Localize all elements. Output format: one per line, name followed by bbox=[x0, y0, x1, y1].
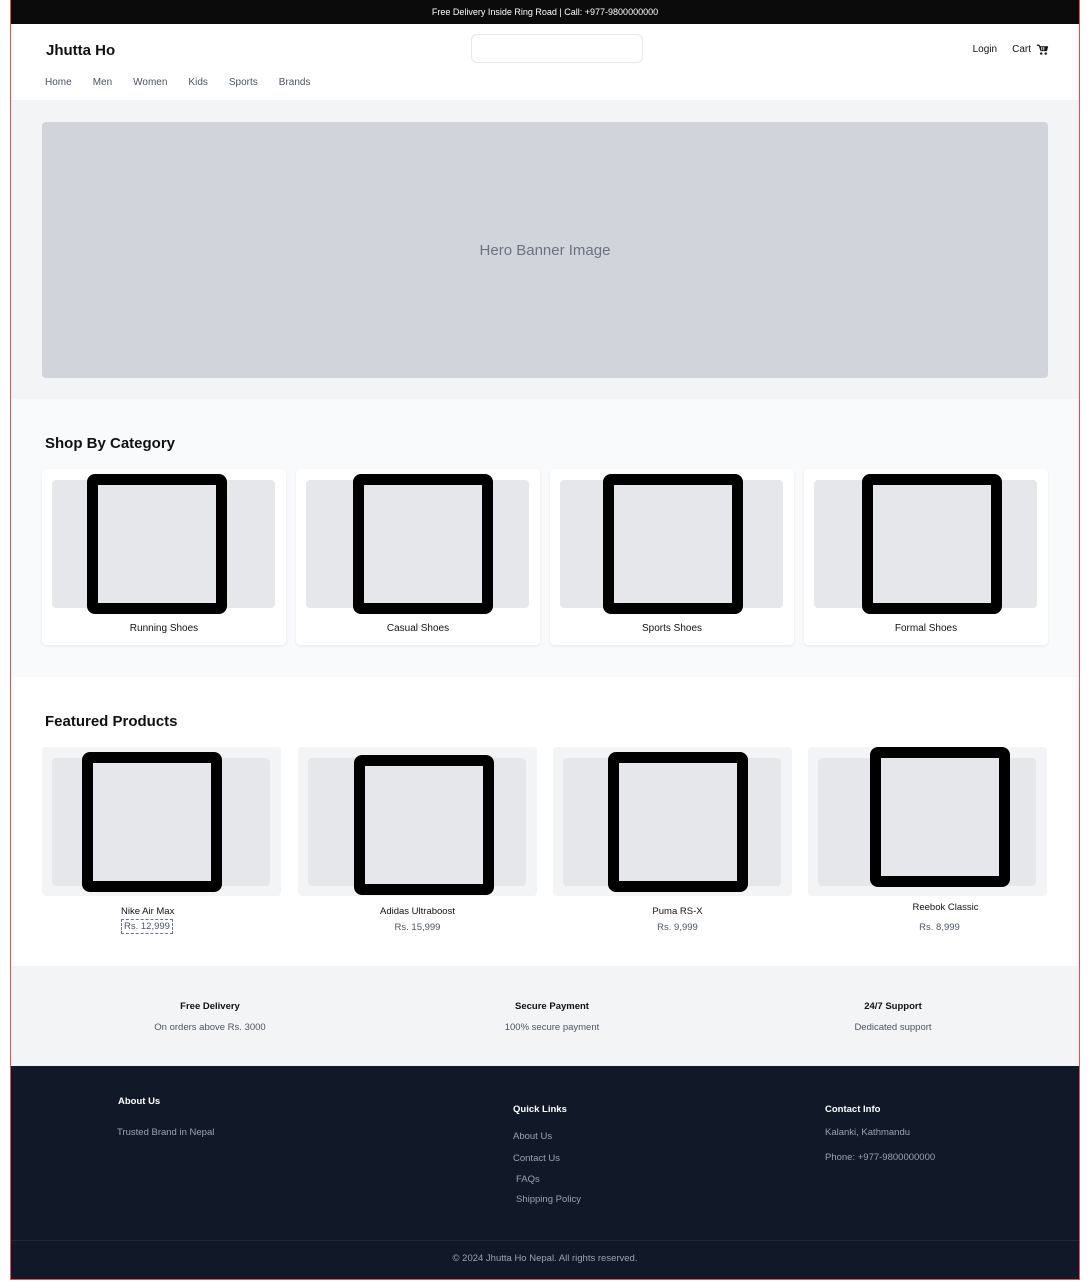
footer-contact-title: Contact Info bbox=[825, 1104, 881, 1115]
feature-title: Secure Payment bbox=[515, 1001, 589, 1012]
category-card-sports[interactable]: Sports Shoes bbox=[550, 469, 794, 645]
nav-women[interactable]: Women bbox=[133, 77, 167, 88]
product-name[interactable]: Reebok Classic bbox=[808, 902, 1079, 913]
main-nav: Home Men Women Kids Sports Brands bbox=[45, 77, 331, 88]
footer-contact-address: Kalanki, Kathmandu bbox=[825, 1127, 911, 1138]
search-input[interactable] bbox=[471, 34, 643, 63]
image-placeholder-icon bbox=[87, 474, 227, 614]
nav-sports[interactable]: Sports bbox=[229, 77, 258, 88]
image-placeholder-icon bbox=[603, 474, 743, 614]
copyright-bar: © 2024 Jhutta Ho Nepal. All rights reser… bbox=[11, 1240, 1079, 1279]
footer-links-title: Quick Links bbox=[513, 1104, 567, 1115]
announcement-bar: Free Delivery Inside Ring Road | Call: +… bbox=[11, 0, 1079, 24]
footer-link-about[interactable]: About Us bbox=[513, 1131, 552, 1142]
image-placeholder-icon bbox=[82, 752, 222, 892]
cart-icon[interactable] bbox=[1036, 43, 1049, 56]
hero-banner-text: Hero Banner Image bbox=[479, 241, 611, 259]
category-label: Running Shoes bbox=[129, 623, 199, 634]
nav-brands[interactable]: Brands bbox=[279, 77, 311, 88]
product-price-value: Rs. 12,999 bbox=[121, 919, 173, 934]
site-header: Jhutta Ho Login Cart Home Men Women Kids… bbox=[11, 24, 1079, 100]
feature-description: On orders above Rs. 3000 bbox=[154, 1022, 266, 1033]
announcement-text: Free Delivery Inside Ring Road | Call: +… bbox=[431, 7, 659, 17]
image-placeholder-icon bbox=[862, 474, 1002, 614]
features-strip: Free Delivery On orders above Rs. 3000 S… bbox=[11, 966, 1079, 1066]
image-placeholder-icon bbox=[354, 755, 494, 895]
footer-about-text: Trusted Brand in Nepal bbox=[117, 1127, 215, 1138]
product-name[interactable]: Adidas Ultraboost bbox=[298, 906, 537, 917]
header-actions: Login Cart bbox=[973, 43, 1049, 56]
site-logo[interactable]: Jhutta Ho bbox=[46, 42, 115, 59]
category-card-casual[interactable]: Casual Shoes bbox=[296, 469, 540, 645]
footer-link-shipping[interactable]: Shipping Policy bbox=[516, 1194, 581, 1205]
product-card-reebok[interactable] bbox=[808, 747, 1047, 896]
featured-section: Featured Products Nike Air Max Rs. 12,99… bbox=[11, 677, 1079, 966]
product-card-puma[interactable] bbox=[553, 747, 792, 896]
product-name[interactable]: Puma RS-X bbox=[553, 906, 802, 917]
category-section-title: Shop By Category bbox=[45, 435, 176, 452]
feature-description: Dedicated support bbox=[854, 1022, 932, 1033]
footer-contact-phone: Phone: +977-9800000000 bbox=[825, 1152, 936, 1163]
product-card-adidas[interactable] bbox=[298, 747, 537, 896]
category-section: Shop By Category Running Shoes Casual Sh… bbox=[11, 399, 1079, 677]
category-card-formal[interactable]: Formal Shoes bbox=[804, 469, 1048, 645]
product-price: Rs. 9,999 bbox=[657, 922, 698, 933]
page-frame: Free Delivery Inside Ring Road | Call: +… bbox=[10, 0, 1080, 1280]
image-placeholder-icon bbox=[608, 752, 748, 892]
footer-link-faqs[interactable]: FAQs bbox=[516, 1174, 540, 1185]
image-placeholder-icon bbox=[353, 474, 493, 614]
feature-free-delivery: Free Delivery On orders above Rs. 3000 bbox=[90, 1001, 330, 1033]
image-placeholder-icon bbox=[870, 747, 1010, 887]
product-price: Rs. 12,999 bbox=[121, 919, 173, 934]
featured-section-title: Featured Products bbox=[45, 713, 178, 730]
nav-home[interactable]: Home bbox=[45, 77, 72, 88]
feature-description: 100% secure payment bbox=[504, 1022, 600, 1033]
hero-banner[interactable]: Hero Banner Image bbox=[42, 122, 1048, 378]
cart-link[interactable]: Cart bbox=[1012, 44, 1031, 55]
nav-men[interactable]: Men bbox=[93, 77, 112, 88]
category-label: Casual Shoes bbox=[386, 623, 450, 634]
category-card-running[interactable]: Running Shoes bbox=[42, 469, 286, 645]
feature-title: 24/7 Support bbox=[864, 1001, 922, 1012]
product-price: Rs. 8,999 bbox=[919, 922, 960, 933]
footer-about-title: About Us bbox=[118, 1096, 161, 1107]
nav-kids[interactable]: Kids bbox=[188, 77, 207, 88]
site-footer: About Us Trusted Brand in Nepal Quick Li… bbox=[11, 1066, 1079, 1240]
category-label: Formal Shoes bbox=[894, 623, 958, 634]
footer-link-contact[interactable]: Contact Us bbox=[513, 1153, 560, 1164]
feature-support: 24/7 Support Dedicated support bbox=[773, 1001, 1013, 1033]
feature-title: Free Delivery bbox=[180, 1001, 240, 1012]
product-card-nike[interactable] bbox=[42, 747, 281, 896]
category-label: Sports Shoes bbox=[641, 623, 703, 634]
login-link[interactable]: Login bbox=[973, 44, 997, 55]
copyright-text: © 2024 Jhutta Ho Nepal. All rights reser… bbox=[452, 1253, 638, 1264]
feature-secure-payment: Secure Payment 100% secure payment bbox=[432, 1001, 672, 1033]
hero-section: Hero Banner Image bbox=[11, 100, 1079, 399]
product-price: Rs. 15,999 bbox=[394, 922, 441, 933]
product-name[interactable]: Nike Air Max bbox=[121, 906, 174, 917]
